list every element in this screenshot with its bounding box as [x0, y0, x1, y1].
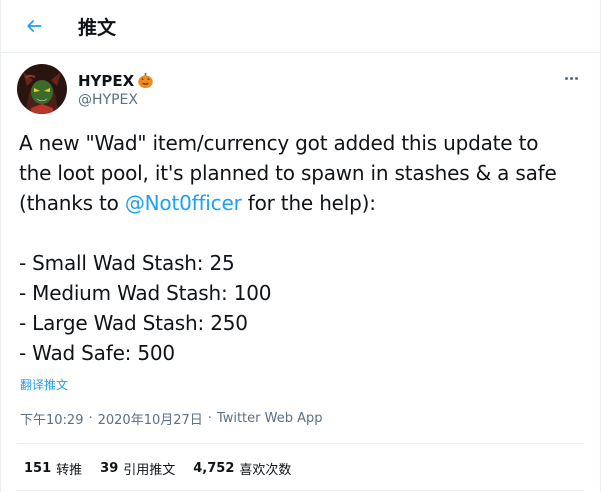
- page-header: 推文: [1, 0, 600, 53]
- source-app-link[interactable]: Twitter Web App: [217, 411, 323, 426]
- tweet-date[interactable]: 2020年10月27日: [98, 409, 203, 428]
- more-icon: [564, 76, 568, 80]
- jack-o-lantern-icon: [138, 72, 153, 89]
- tweet-line: A new "Wad" item/currency got added this…: [19, 131, 539, 155]
- tweet-stats: 151 转推 39 引用推文 4,752 喜欢次数: [24, 458, 309, 478]
- display-name-row[interactable]: HYPEX: [78, 71, 154, 91]
- divider: [17, 490, 584, 491]
- user-handle[interactable]: @HYPEX: [78, 92, 154, 108]
- mention-link[interactable]: @Not0fficer: [125, 191, 242, 215]
- tweet-text-segment: for the help):: [241, 191, 376, 215]
- quote-tweets-count: 39: [100, 460, 119, 476]
- tweet-line: - Large Wad Stash: 250: [19, 311, 248, 335]
- tweet-author: HYPEX @HYPEX: [17, 64, 586, 114]
- separator: ·: [207, 410, 212, 426]
- quote-tweets-stat[interactable]: 39 引用推文: [100, 459, 175, 478]
- retweets-count: 151: [24, 460, 52, 476]
- avatar[interactable]: [17, 64, 67, 114]
- divider: [17, 443, 584, 444]
- display-name[interactable]: HYPEX: [78, 72, 134, 90]
- back-button[interactable]: [16, 8, 52, 44]
- likes-count: 4,752: [193, 460, 235, 476]
- quote-tweets-label: 引用推文: [123, 462, 176, 478]
- retweets-stat[interactable]: 151 转推: [24, 459, 82, 478]
- arrow-left-icon: [27, 20, 42, 32]
- author-names: HYPEX @HYPEX: [78, 71, 154, 108]
- tweet-text: A new "Wad" item/currency got added this…: [19, 128, 584, 368]
- tweet-line: - Wad Safe: 500: [19, 341, 175, 365]
- tweet-metadata: 下午10:29 · 2020年10月27日 · Twitter Web App: [20, 408, 323, 428]
- tweet-text-segment: (thanks to: [19, 191, 125, 215]
- retweets-label: 转推: [56, 462, 83, 478]
- page-title: 推文: [78, 16, 117, 39]
- tweet-line: the loot pool, it's planned to spawn in …: [19, 161, 557, 185]
- separator: ·: [88, 410, 93, 426]
- tweet-time[interactable]: 下午10:29: [20, 409, 83, 428]
- more-options-button[interactable]: [556, 66, 586, 90]
- tweet-line: - Medium Wad Stash: 100: [19, 281, 272, 305]
- likes-stat[interactable]: 4,752 喜欢次数: [193, 459, 291, 478]
- likes-label: 喜欢次数: [239, 462, 292, 478]
- tweet-line-mention: (thanks to @Not0fficer for the help):: [19, 188, 584, 218]
- translate-tweet-link[interactable]: 翻译推文: [20, 376, 68, 393]
- tweet-line: - Small Wad Stash: 25: [19, 251, 235, 275]
